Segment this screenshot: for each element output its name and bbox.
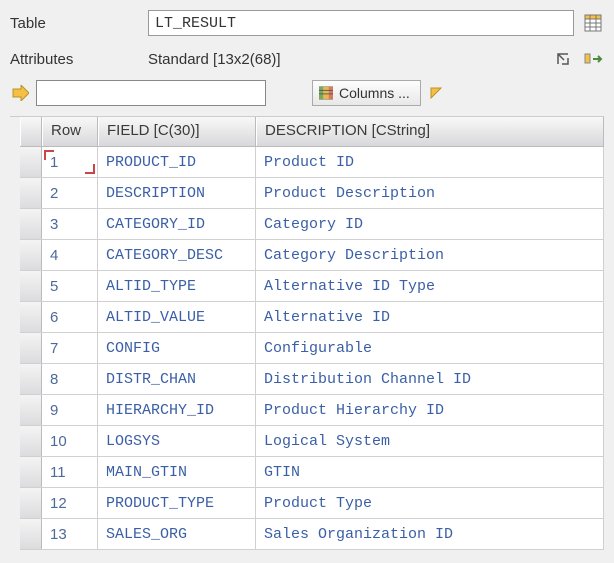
row-number-cell[interactable]: 1: [42, 147, 98, 177]
row-number-cell[interactable]: 2: [42, 178, 98, 208]
row-selector[interactable]: [20, 395, 42, 425]
description-cell[interactable]: Product Hierarchy ID: [256, 395, 604, 425]
field-cell[interactable]: DESCRIPTION: [98, 178, 256, 208]
table-label: Table: [10, 15, 140, 32]
columns-button[interactable]: Columns ...: [312, 80, 421, 106]
description-cell[interactable]: GTIN: [256, 457, 604, 487]
row-number-cell[interactable]: 13: [42, 519, 98, 549]
columns-button-label: Columns ...: [339, 85, 410, 101]
row-selector[interactable]: [20, 488, 42, 518]
grid-body: 1PRODUCT_IDProduct ID2DESCRIPTIONProduct…: [20, 147, 604, 550]
row-selector[interactable]: [20, 147, 42, 177]
description-cell[interactable]: Logical System: [256, 426, 604, 456]
row-selector[interactable]: [20, 302, 42, 332]
field-cell[interactable]: PRODUCT_TYPE: [98, 488, 256, 518]
grid-header-row: Row FIELD [C(30)] DESCRIPTION [CString]: [20, 117, 604, 147]
columns-dropdown-icon[interactable]: [427, 80, 445, 106]
table-row[interactable]: 1PRODUCT_IDProduct ID: [20, 147, 604, 178]
row-number-cell[interactable]: 3: [42, 209, 98, 239]
table-row[interactable]: 2DESCRIPTIONProduct Description: [20, 178, 604, 209]
row-number-cell[interactable]: 6: [42, 302, 98, 332]
row-number-cell[interactable]: 4: [42, 240, 98, 270]
row-number-cell[interactable]: 5: [42, 271, 98, 301]
description-cell[interactable]: Category ID: [256, 209, 604, 239]
expand-icon[interactable]: [582, 48, 604, 70]
description-cell[interactable]: Sales Organization ID: [256, 519, 604, 549]
row-selector[interactable]: [20, 519, 42, 549]
row-number-cell[interactable]: 8: [42, 364, 98, 394]
row-selector[interactable]: [20, 178, 42, 208]
field-cell[interactable]: SALES_ORG: [98, 519, 256, 549]
table-row[interactable]: 9HIERARCHY_IDProduct Hierarchy ID: [20, 395, 604, 426]
description-cell[interactable]: Alternative ID: [256, 302, 604, 332]
description-cell[interactable]: Category Description: [256, 240, 604, 270]
row-selector[interactable]: [20, 364, 42, 394]
row-selector[interactable]: [20, 426, 42, 456]
grid-icon: [319, 86, 333, 100]
row-selector[interactable]: [20, 457, 42, 487]
column-header-field[interactable]: FIELD [C(30)]: [98, 117, 256, 146]
field-cell[interactable]: LOGSYS: [98, 426, 256, 456]
description-cell[interactable]: Alternative ID Type: [256, 271, 604, 301]
row-number-cell[interactable]: 12: [42, 488, 98, 518]
field-cell[interactable]: CATEGORY_DESC: [98, 240, 256, 270]
row-selector[interactable]: [20, 240, 42, 270]
description-cell[interactable]: Product ID: [256, 147, 604, 177]
row-selector[interactable]: [20, 209, 42, 239]
description-cell[interactable]: Product Description: [256, 178, 604, 208]
column-header-description[interactable]: DESCRIPTION [CString]: [256, 117, 604, 146]
table-name-input[interactable]: [148, 10, 574, 36]
description-cell[interactable]: Product Type: [256, 488, 604, 518]
table-row[interactable]: 7CONFIGConfigurable: [20, 333, 604, 364]
table-row[interactable]: 12PRODUCT_TYPEProduct Type: [20, 488, 604, 519]
field-cell[interactable]: PRODUCT_ID: [98, 147, 256, 177]
description-cell[interactable]: Configurable: [256, 333, 604, 363]
table-row[interactable]: 4CATEGORY_DESCCategory Description: [20, 240, 604, 271]
table-row[interactable]: 6ALTID_VALUEAlternative ID: [20, 302, 604, 333]
table-row[interactable]: 11MAIN_GTINGTIN: [20, 457, 604, 488]
row-selector[interactable]: [20, 333, 42, 363]
table-row[interactable]: 13SALES_ORGSales Organization ID: [20, 519, 604, 550]
row-number-cell[interactable]: 9: [42, 395, 98, 425]
field-cell[interactable]: MAIN_GTIN: [98, 457, 256, 487]
field-cell[interactable]: DISTR_CHAN: [98, 364, 256, 394]
row-number-cell[interactable]: 10: [42, 426, 98, 456]
field-cell[interactable]: ALTID_TYPE: [98, 271, 256, 301]
attributes-value: Standard [13x2(68)]: [148, 51, 544, 68]
select-table-icon[interactable]: [582, 12, 604, 34]
collapse-icon[interactable]: [552, 48, 574, 70]
table-row[interactable]: 10LOGSYSLogical System: [20, 426, 604, 457]
row-number-cell[interactable]: 11: [42, 457, 98, 487]
field-cell[interactable]: HIERARCHY_ID: [98, 395, 256, 425]
table-row[interactable]: 8DISTR_CHANDistribution Channel ID: [20, 364, 604, 395]
column-header-row[interactable]: Row: [42, 117, 98, 146]
field-cell[interactable]: CONFIG: [98, 333, 256, 363]
attributes-label: Attributes: [10, 51, 140, 68]
row-number-cell[interactable]: 7: [42, 333, 98, 363]
description-cell[interactable]: Distribution Channel ID: [256, 364, 604, 394]
select-all-header[interactable]: [20, 117, 42, 146]
filter-input[interactable]: [36, 80, 266, 106]
table-row[interactable]: 3CATEGORY_IDCategory ID: [20, 209, 604, 240]
row-selector[interactable]: [20, 271, 42, 301]
field-cell[interactable]: CATEGORY_ID: [98, 209, 256, 239]
field-cell[interactable]: ALTID_VALUE: [98, 302, 256, 332]
go-arrow-icon[interactable]: [10, 83, 30, 103]
table-row[interactable]: 5ALTID_TYPEAlternative ID Type: [20, 271, 604, 302]
result-grid: Row FIELD [C(30)] DESCRIPTION [CString] …: [10, 116, 604, 550]
